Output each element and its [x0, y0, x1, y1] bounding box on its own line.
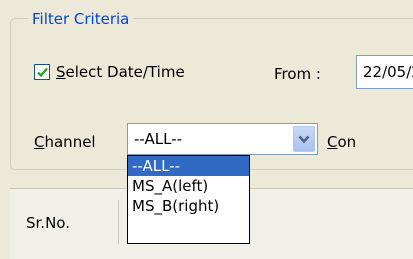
channel-option-ms-b-right[interactable]: MS_B(right)	[128, 196, 249, 216]
from-date-input[interactable]: 22/05/2	[356, 55, 413, 89]
channel-label: Channel	[34, 133, 96, 151]
channel-selected-value: --ALL--	[134, 130, 183, 148]
filter-criteria-legend: Filter Criteria	[28, 10, 134, 28]
channel-option-ms-a-left[interactable]: MS_A(left)	[128, 176, 249, 196]
con-accel: C	[327, 133, 338, 151]
channel-label-rest: hannel	[44, 133, 96, 151]
from-date-value: 22/05/2	[363, 63, 413, 81]
column-divider	[118, 200, 119, 244]
select-datetime-checkbox-row[interactable]: Select Date/Time	[34, 63, 185, 81]
channel-accel: C	[34, 133, 45, 151]
select-datetime-accel: S	[56, 63, 66, 81]
select-datetime-label-rest: elect Date/Time	[65, 63, 185, 81]
checkmark-icon	[36, 67, 48, 77]
con-label: Con	[327, 133, 356, 151]
chevron-down-icon	[298, 135, 310, 143]
select-datetime-checkbox[interactable]	[34, 64, 50, 80]
channel-option-all[interactable]: --ALL--	[128, 156, 249, 176]
con-label-rest: on	[337, 133, 357, 151]
column-header-srno[interactable]: Sr.No.	[26, 214, 70, 232]
channel-dropdown-button[interactable]	[293, 126, 315, 152]
channel-dropdown-list: --ALL-- MS_A(left) MS_B(right)	[127, 155, 250, 244]
channel-select[interactable]: --ALL--	[127, 123, 318, 155]
select-datetime-label: Select Date/Time	[56, 63, 185, 81]
from-label: From :	[274, 65, 321, 83]
